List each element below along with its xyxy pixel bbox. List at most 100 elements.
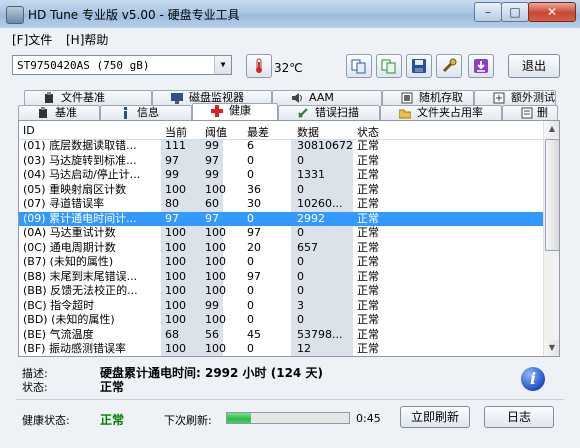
cell-id: (BD) (未知的属性) — [23, 313, 115, 326]
header-threshold[interactable]: 阈值 — [205, 124, 227, 140]
menu-help[interactable]: [H]帮助 — [66, 31, 108, 48]
scrollbar-thumb[interactable] — [545, 139, 559, 251]
extra-tests-icon — [493, 92, 505, 104]
drive-select[interactable]: ST9750420AS (750 gB) ▼ — [12, 55, 232, 75]
tab-label: 信息 — [137, 106, 159, 119]
log-button[interactable]: 日志 — [484, 406, 554, 428]
table-row[interactable]: (0C) 通电周期计数 100 100 20 657 正常 — [19, 241, 543, 255]
cell-current: 100 — [165, 240, 186, 254]
header-worst[interactable]: 最差 — [247, 124, 269, 140]
table-row[interactable]: (BF) 振动感测错误率 100 100 0 12 正常 — [19, 342, 543, 356]
table-row[interactable]: (07) 寻道错误率 80 60 30 10260... 正常 — [19, 197, 543, 211]
toolbar: ST9750420AS (750 gB) ▼ 32℃ 退出 — [0, 48, 580, 86]
tab-health[interactable]: 健康 — [192, 103, 278, 120]
header-id[interactable]: ID — [23, 124, 35, 137]
tab-file-benchmark[interactable]: 文件基准 — [24, 90, 152, 105]
minimize-button[interactable]: – — [474, 2, 502, 22]
maximize-button[interactable]: □ — [501, 2, 529, 22]
table-row[interactable]: (BB) 反馈无法校正的... 100 100 0 0 正常 — [19, 284, 543, 298]
cell-id: (03) 马达旋转到标准... — [23, 153, 137, 167]
copy-icon — [351, 59, 366, 74]
next-refresh-label: 下次刷新: — [164, 414, 212, 427]
save-icon — [412, 59, 426, 73]
chevron-down-icon[interactable]: ▼ — [214, 56, 231, 74]
refresh-now-button[interactable]: 立即刷新 — [400, 406, 470, 428]
cell-worst: 36 — [247, 182, 261, 196]
header-data[interactable]: 数据 — [297, 124, 319, 140]
title-bar: HD Tune 专业版 v5.00 - 硬盘专业工具 – □ ✕ — [0, 0, 580, 29]
tab-benchmark[interactable]: 基准 — [18, 105, 100, 120]
table-row[interactable]: (05) 重映射扇区计数 100 100 36 0 正常 — [19, 183, 543, 197]
cell-status: 正常 — [357, 226, 379, 239]
download-button[interactable] — [468, 54, 494, 78]
error-scan-icon — [298, 108, 308, 118]
cell-threshold: 56 — [205, 327, 219, 341]
cell-data: 12 — [297, 342, 311, 355]
cell-current: 100 — [165, 182, 186, 196]
cell-current: 100 — [165, 357, 203, 358]
cell-threshold: 97 — [205, 211, 219, 225]
close-button[interactable]: ✕ — [528, 2, 576, 22]
cell-worst: 0 — [247, 342, 254, 355]
benchmark-icon — [39, 107, 47, 118]
table-row[interactable]: (04) 马达启动/停止计... 99 99 0 1331 正常 — [19, 168, 543, 182]
info-icon[interactable]: i — [521, 367, 545, 391]
cell-data: 0 — [297, 226, 304, 239]
cell-data: 0 — [297, 153, 304, 167]
cell-worst: 0 — [247, 357, 291, 358]
temperature-button[interactable] — [246, 54, 272, 78]
tab-folder-usage[interactable]: 文件夹占用率 — [380, 105, 502, 120]
cell-id: (C0) 断电磁头缩回计... — [23, 357, 161, 358]
table-row[interactable]: (BD) (未知的属性) 100 100 0 0 正常 — [19, 313, 543, 327]
exit-button[interactable]: 退出 — [508, 54, 560, 78]
table-row[interactable]: (09) 累计通电时间计... 97 97 0 2992 正常 — [19, 211, 543, 226]
health-cross-icon — [211, 105, 223, 117]
smart-attributes-list[interactable]: ID 当前 阈值 最差 数据 状态 (01) 底层数据读取错... 111 99 6 3… — [18, 120, 560, 357]
header-status[interactable]: 状态 — [357, 124, 379, 140]
scroll-up-icon[interactable]: ▲ — [544, 121, 559, 137]
cell-threshold: 100 — [205, 182, 226, 196]
table-row[interactable]: (B7) (未知的属性) 100 100 0 0 正常 — [19, 255, 543, 269]
tab-extra-tests[interactable]: 额外测试 — [474, 90, 556, 105]
tab-erase[interactable]: 删除 — [502, 105, 558, 133]
refresh-progress-bar — [226, 412, 350, 424]
menu-file[interactable]: [F]文件 — [12, 31, 52, 48]
state-label: 状态: — [22, 381, 48, 394]
tab-random-access[interactable]: 随机存取 — [382, 90, 474, 105]
tab-aam[interactable]: AAM — [272, 90, 382, 105]
window-title: HD Tune 专业版 v5.00 - 硬盘专业工具 — [28, 8, 240, 22]
cell-data: 3 — [297, 298, 304, 312]
cell-id: (B7) (未知的属性) — [23, 255, 114, 268]
cell-id: (BF) 振动感测错误率 — [23, 342, 126, 355]
cell-status: 正常 — [357, 153, 379, 167]
options-button[interactable] — [436, 54, 462, 78]
header-current[interactable]: 当前 — [165, 124, 187, 140]
tab-info[interactable]: 信息 — [100, 105, 192, 120]
monitor-icon — [171, 93, 183, 104]
cell-current: 99 — [165, 168, 179, 181]
table-row[interactable]: (BC) 指令超时 100 99 0 3 正常 — [19, 299, 543, 313]
cell-worst: 45 — [247, 327, 261, 341]
file-benchmark-icon — [45, 92, 53, 103]
cell-id: (B8) 末尾到末尾错误... — [23, 269, 138, 283]
table-row[interactable]: (C0) 断电磁头缩回计... 100100 0 6正常 — [19, 357, 543, 358]
cell-id: (BE) 气流温度 — [23, 327, 94, 341]
cell-data: 657 — [297, 240, 318, 254]
table-row[interactable]: (B8) 末尾到末尾错误... 100 100 97 0 正常 — [19, 270, 543, 284]
table-row[interactable]: (03) 马达旋转到标准... 97 97 0 0 正常 — [19, 154, 543, 168]
cell-current: 100 — [165, 255, 186, 268]
cell-status: 正常 — [357, 139, 379, 152]
tab-label: AAM — [309, 91, 334, 104]
table-row[interactable]: (0A) 马达重试计数 100 100 97 0 正常 — [19, 226, 543, 240]
table-row[interactable]: (BE) 气流温度 68 56 45 53798... 正常 — [19, 328, 543, 342]
table-header: ID 当前 阈值 最差 数据 状态 — [19, 121, 543, 140]
copy-button[interactable] — [346, 54, 372, 78]
copy-all-button[interactable] — [376, 54, 402, 78]
tab-error-scan[interactable]: 错误扫描 — [278, 105, 380, 120]
description-text: 硬盘累计通电时间: 2992 小时 (124 天) — [100, 366, 323, 380]
save-button[interactable] — [406, 54, 432, 78]
cell-threshold: 100 — [205, 342, 226, 355]
table-row[interactable]: (01) 底层数据读取错... 111 99 6 30810672 正常 — [19, 139, 543, 153]
scroll-down-icon[interactable]: ▼ — [544, 340, 559, 356]
vertical-scrollbar[interactable]: ▲ ▼ — [543, 121, 559, 356]
